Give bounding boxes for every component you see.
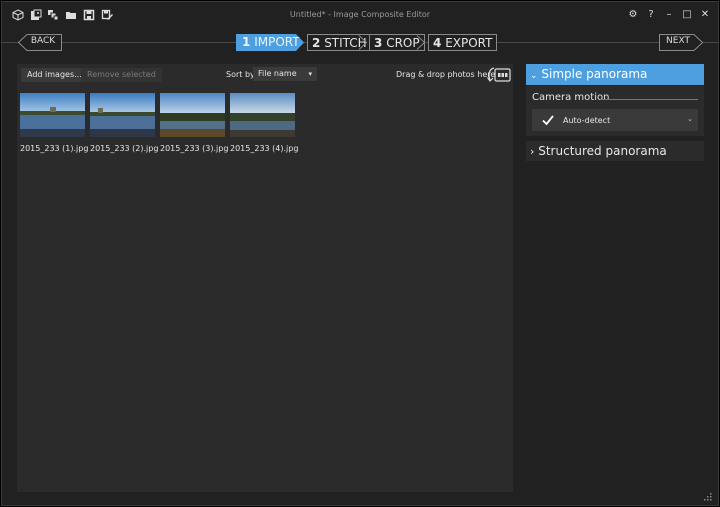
sort-by-value: File name: [258, 69, 297, 78]
drag-drop-hint: Drag & drop photos here: [396, 70, 496, 79]
image-filename: 2015_233 (2).jpg: [90, 144, 159, 153]
photo-thumbnail-image: [20, 93, 85, 137]
step-import-label: IMPORT: [254, 35, 300, 49]
checkmark-icon: [542, 115, 554, 126]
sort-by-label: Sort by: [226, 70, 255, 79]
image-filename: 2015_233 (1).jpg: [20, 144, 89, 153]
simple-panorama-body: Camera motion Auto-detect ⌄: [526, 86, 704, 136]
sort-by-select[interactable]: File name ▾: [253, 67, 317, 81]
image-thumbnail[interactable]: 2015_233 (1).jpg: [20, 93, 89, 155]
step-import[interactable]: 1 IMPORT: [236, 34, 304, 51]
step-export-label: EXPORT: [445, 36, 493, 50]
camera-motion-divider: [600, 99, 698, 100]
step-stitch-number: 2: [312, 36, 321, 50]
step-crop-number: 3: [374, 36, 383, 50]
image-thumbnail[interactable]: 2015_233 (3).jpg: [160, 93, 229, 155]
drag-drop-photos-icon: [487, 67, 511, 82]
app-window: Untitled* - Image Composite Editor ⚙ ? –…: [1, 1, 719, 506]
next-button[interactable]: NEXT: [659, 34, 703, 51]
step-crop-label: CROP: [386, 36, 420, 50]
structured-panorama-header[interactable]: › Structured panorama: [526, 141, 704, 161]
chevron-right-icon: ›: [530, 145, 535, 158]
settings-icon[interactable]: ⚙: [626, 8, 640, 22]
title-bar: Untitled* - Image Composite Editor ⚙ ? –…: [2, 2, 718, 29]
camera-motion-label: Camera motion: [532, 92, 610, 103]
photo-thumbnail-image: [90, 93, 155, 137]
step-export-number: 4: [433, 36, 442, 50]
chevron-down-icon: ⌄: [530, 71, 538, 81]
minimize-button[interactable]: –: [662, 8, 676, 22]
maximize-button[interactable]: □: [680, 8, 694, 22]
close-button[interactable]: ✕: [698, 8, 712, 22]
photo-thumbnail-image: [230, 93, 295, 137]
remove-selected-button[interactable]: Remove selected: [81, 68, 162, 82]
simple-panorama-header[interactable]: ⌄ Simple panorama: [526, 64, 704, 85]
structured-panorama-label: Structured panorama: [538, 144, 667, 158]
back-button[interactable]: BACK: [18, 34, 62, 51]
camera-motion-select[interactable]: Auto-detect ⌄: [532, 109, 698, 131]
step-chevron-icon: [416, 35, 426, 50]
add-images-button[interactable]: Add images...: [21, 68, 88, 82]
image-filename: 2015_233 (4).jpg: [230, 144, 299, 153]
image-thumbnail[interactable]: 2015_233 (2).jpg: [90, 93, 159, 155]
help-icon[interactable]: ?: [644, 8, 658, 22]
simple-panorama-label: Simple panorama: [541, 67, 648, 81]
step-chevron-icon: [358, 35, 368, 50]
resize-grip-icon[interactable]: [704, 493, 712, 501]
window-title: Untitled* - Image Composite Editor: [289, 10, 431, 19]
photo-thumbnail-image: [160, 93, 225, 137]
chevron-down-icon: ▾: [308, 70, 312, 78]
camera-motion-value: Auto-detect: [563, 116, 611, 125]
step-export[interactable]: 4 EXPORT: [428, 34, 498, 51]
image-filename: 2015_233 (3).jpg: [160, 144, 229, 153]
import-panel: Add images... Remove selected Sort by Fi…: [17, 64, 513, 492]
chevron-down-icon: ⌄: [687, 115, 693, 123]
image-thumbnail[interactable]: 2015_233 (4).jpg: [230, 93, 299, 155]
step-import-number: 1: [242, 35, 251, 49]
